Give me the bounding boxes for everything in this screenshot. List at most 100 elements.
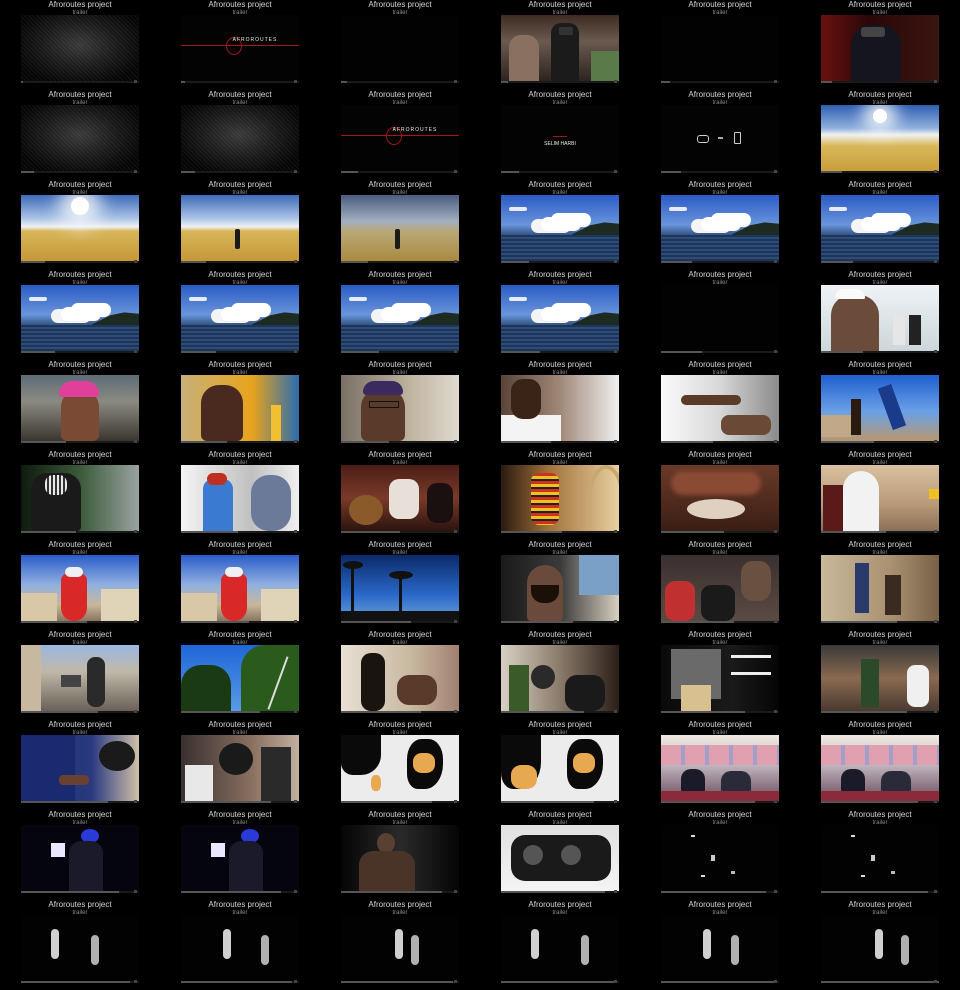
fullscreen-icon[interactable] <box>614 800 617 803</box>
progress-bar[interactable] <box>501 440 619 443</box>
video-thumbnail[interactable]: Afroroutes project trailer <box>0 540 160 630</box>
progress-bar[interactable] <box>21 710 139 713</box>
fullscreen-icon[interactable] <box>134 260 137 263</box>
video-thumbnail[interactable]: Afroroutes project trailer <box>480 900 640 990</box>
progress-bar[interactable] <box>661 620 779 623</box>
fullscreen-icon[interactable] <box>134 350 137 353</box>
fullscreen-icon[interactable] <box>774 620 777 623</box>
fullscreen-icon[interactable] <box>934 170 937 173</box>
fullscreen-icon[interactable] <box>134 440 137 443</box>
video-thumbnail[interactable]: Afroroutes project trailer <box>320 810 480 900</box>
video-thumbnail[interactable]: Afroroutes project trailer <box>640 900 800 990</box>
fullscreen-icon[interactable] <box>774 980 777 983</box>
progress-bar[interactable] <box>341 800 459 803</box>
fullscreen-icon[interactable] <box>454 800 457 803</box>
video-thumbnail[interactable]: Afroroutes project trailer <box>320 630 480 720</box>
video-thumbnail[interactable]: Afroroutes project trailer <box>800 360 960 450</box>
fullscreen-icon[interactable] <box>134 170 137 173</box>
video-thumbnail[interactable]: Afroroutes project trailer <box>0 0 160 90</box>
video-thumbnail[interactable]: Afroroutes project trailer <box>640 90 800 180</box>
fullscreen-icon[interactable] <box>294 80 297 83</box>
video-thumbnail[interactable]: Afroroutes project trailer <box>0 90 160 180</box>
fullscreen-icon[interactable] <box>294 440 297 443</box>
progress-bar[interactable] <box>821 440 939 443</box>
progress-bar[interactable] <box>661 800 779 803</box>
video-thumbnail[interactable]: Afroroutes project trailer <box>640 630 800 720</box>
fullscreen-icon[interactable] <box>774 350 777 353</box>
fullscreen-icon[interactable] <box>774 440 777 443</box>
fullscreen-icon[interactable] <box>934 980 937 983</box>
fullscreen-icon[interactable] <box>134 530 137 533</box>
progress-bar[interactable] <box>661 170 779 173</box>
progress-bar[interactable] <box>821 710 939 713</box>
progress-bar[interactable] <box>501 620 619 623</box>
video-thumbnail[interactable]: Afroroutes project trailer <box>160 720 320 810</box>
progress-bar[interactable] <box>21 440 139 443</box>
progress-bar[interactable] <box>661 440 779 443</box>
video-thumbnail[interactable]: Afroroutes project trailer <box>480 270 640 360</box>
video-thumbnail[interactable]: Afroroutes project trailer <box>800 720 960 810</box>
progress-bar[interactable] <box>181 170 299 173</box>
video-thumbnail[interactable]: Afroroutes project trailer <box>640 810 800 900</box>
video-thumbnail[interactable]: Afroroutes project trailer <box>480 450 640 540</box>
progress-bar[interactable] <box>181 530 299 533</box>
video-thumbnail[interactable]: Afroroutes project trailer <box>320 270 480 360</box>
progress-bar[interactable] <box>661 260 779 263</box>
video-thumbnail[interactable]: Afroroutes project trailer <box>320 180 480 270</box>
video-thumbnail[interactable]: Afroroutes project trailer <box>160 900 320 990</box>
fullscreen-icon[interactable] <box>454 530 457 533</box>
progress-bar[interactable] <box>821 170 939 173</box>
video-thumbnail[interactable]: Afroroutes project trailer <box>320 450 480 540</box>
progress-bar[interactable] <box>21 350 139 353</box>
fullscreen-icon[interactable] <box>294 980 297 983</box>
fullscreen-icon[interactable] <box>134 80 137 83</box>
video-thumbnail[interactable]: Afroroutes project trailer <box>800 0 960 90</box>
progress-bar[interactable] <box>341 260 459 263</box>
fullscreen-icon[interactable] <box>294 260 297 263</box>
progress-bar[interactable] <box>21 80 139 83</box>
video-thumbnail[interactable]: Afroroutes project trailer <box>800 810 960 900</box>
progress-bar[interactable] <box>661 980 779 983</box>
progress-bar[interactable] <box>341 80 459 83</box>
fullscreen-icon[interactable] <box>454 620 457 623</box>
fullscreen-icon[interactable] <box>614 440 617 443</box>
fullscreen-icon[interactable] <box>614 530 617 533</box>
video-thumbnail[interactable]: Afroroutes project trailer <box>800 630 960 720</box>
fullscreen-icon[interactable] <box>294 530 297 533</box>
progress-bar[interactable] <box>821 80 939 83</box>
progress-bar[interactable] <box>821 980 939 983</box>
progress-bar[interactable] <box>661 530 779 533</box>
fullscreen-icon[interactable] <box>454 440 457 443</box>
fullscreen-icon[interactable] <box>454 890 457 893</box>
fullscreen-icon[interactable] <box>294 350 297 353</box>
progress-bar[interactable] <box>21 620 139 623</box>
fullscreen-icon[interactable] <box>774 260 777 263</box>
progress-bar[interactable] <box>21 980 139 983</box>
video-thumbnail[interactable]: Afroroutes project trailer <box>640 540 800 630</box>
fullscreen-icon[interactable] <box>614 170 617 173</box>
progress-bar[interactable] <box>181 710 299 713</box>
progress-bar[interactable] <box>341 980 459 983</box>
video-thumbnail[interactable]: Afroroutes project trailer <box>640 270 800 360</box>
video-thumbnail[interactable]: Afroroutes project trailer <box>160 270 320 360</box>
fullscreen-icon[interactable] <box>294 890 297 893</box>
video-thumbnail[interactable]: Afroroutes project trailer <box>0 180 160 270</box>
progress-bar[interactable] <box>501 260 619 263</box>
video-thumbnail[interactable]: Afroroutes project trailer <box>480 360 640 450</box>
fullscreen-icon[interactable] <box>774 710 777 713</box>
progress-bar[interactable] <box>21 800 139 803</box>
progress-bar[interactable] <box>21 530 139 533</box>
progress-bar[interactable] <box>341 350 459 353</box>
video-thumbnail[interactable]: Afroroutes project trailer <box>0 270 160 360</box>
fullscreen-icon[interactable] <box>934 350 937 353</box>
video-thumbnail[interactable]: Afroroutes project trailer <box>0 900 160 990</box>
progress-bar[interactable] <box>661 710 779 713</box>
fullscreen-icon[interactable] <box>134 800 137 803</box>
fullscreen-icon[interactable] <box>934 440 937 443</box>
fullscreen-icon[interactable] <box>934 620 937 623</box>
video-thumbnail[interactable]: Afroroutes project trailer <box>480 0 640 90</box>
video-thumbnail[interactable]: Afroroutes project trailer <box>320 720 480 810</box>
fullscreen-icon[interactable] <box>934 260 937 263</box>
video-thumbnail[interactable]: Afroroutes project trailer <box>640 180 800 270</box>
video-thumbnail[interactable]: Afroroutes project trailer <box>800 90 960 180</box>
